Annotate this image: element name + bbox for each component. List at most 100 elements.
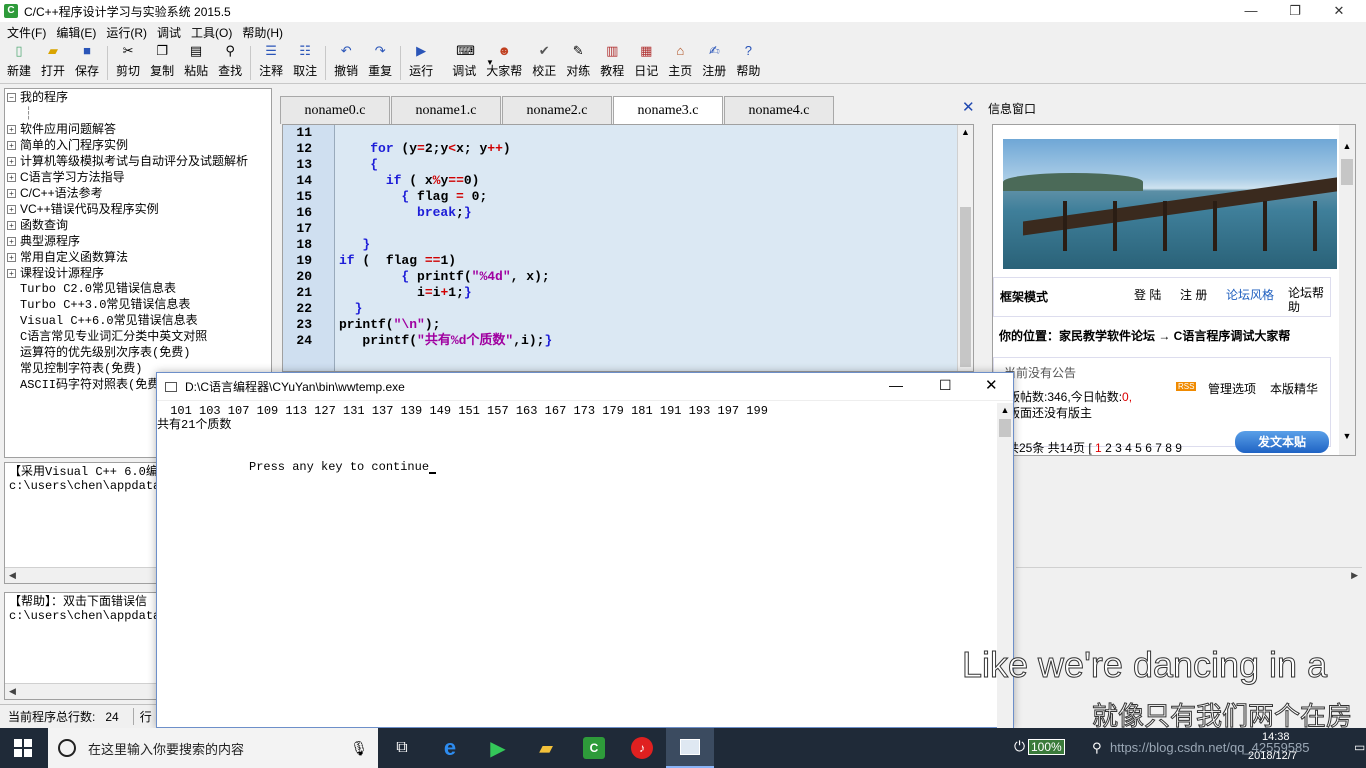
- page-link[interactable]: 9: [1175, 441, 1182, 455]
- cut-button[interactable]: ✂ 剪切: [111, 42, 145, 82]
- scroll-left-icon[interactable]: ◀: [9, 570, 16, 581]
- menu-tools[interactable]: 工具(O): [186, 24, 237, 41]
- tree-item[interactable]: + 函数查询: [5, 217, 271, 233]
- menu-run[interactable]: 运行(R): [101, 24, 152, 41]
- menu-help[interactable]: 帮助(H): [237, 24, 288, 41]
- menu-file[interactable]: 文件(F): [2, 24, 51, 41]
- paste-button[interactable]: ▤ 粘贴: [179, 42, 213, 82]
- new-button[interactable]: ▯ 新建: [2, 42, 36, 82]
- browser-vscrollbar[interactable]: ▲ ▼: [1339, 125, 1355, 455]
- scroll-thumb[interactable]: [960, 207, 971, 367]
- forum-style-link[interactable]: 论坛风格: [1226, 286, 1274, 303]
- expand-icon[interactable]: +: [7, 236, 16, 246]
- page-link[interactable]: 4: [1125, 441, 1132, 455]
- find-button[interactable]: ⚲ 查找: [213, 42, 247, 82]
- tree-leaf[interactable]: Turbo C++3.0常见错误信息表: [5, 297, 271, 313]
- tree-item[interactable]: + C语言学习方法指导: [5, 169, 271, 185]
- scroll-up-icon[interactable]: ▲: [997, 405, 1013, 415]
- expand-icon[interactable]: +: [7, 204, 16, 214]
- redo-button[interactable]: ↷ 重复: [363, 42, 397, 82]
- tree-item[interactable]: + 课程设计源程序: [5, 265, 271, 281]
- editor-vscrollbar[interactable]: ▲: [957, 125, 973, 371]
- user-icon[interactable]: ⚲: [1092, 740, 1102, 756]
- console-close-button[interactable]: ✕: [985, 376, 998, 394]
- homepage-button[interactable]: ⌂ 主页: [663, 42, 697, 82]
- register-button[interactable]: ✍ 注册: [697, 42, 731, 82]
- code-text[interactable]: for (y=2;y<x; y++) { if ( x%y==0) { flag…: [339, 125, 552, 349]
- collapse-icon[interactable]: −: [7, 92, 16, 102]
- edge-browser-icon[interactable]: e: [426, 728, 474, 768]
- rss-badge[interactable]: RSS: [1176, 382, 1197, 391]
- page-link[interactable]: 3: [1115, 441, 1122, 455]
- active-app-icon[interactable]: [666, 728, 714, 768]
- tree-leaf[interactable]: 运算符的优先级别次序表(免费): [5, 345, 271, 361]
- correct-button[interactable]: ✔ 校正: [527, 42, 561, 82]
- tab-noname2[interactable]: noname2.c: [502, 96, 612, 124]
- tree-leaf[interactable]: Turbo C2.0常见错误信息表: [5, 281, 271, 297]
- plug-icon[interactable]: ⏻: [1014, 738, 1025, 755]
- media-player-icon[interactable]: ▶: [474, 728, 522, 768]
- file-explorer-icon[interactable]: ▰: [522, 728, 570, 768]
- tree-item[interactable]: + 简单的入门程序实例: [5, 137, 271, 153]
- menu-edit[interactable]: 编辑(E): [51, 24, 101, 41]
- netease-music-icon[interactable]: ♪: [618, 728, 666, 768]
- run-dropdown-arrow-icon[interactable]: ▼: [486, 58, 494, 67]
- run-button[interactable]: ▶ 运行: [404, 42, 447, 82]
- scroll-up-icon[interactable]: ▲: [1339, 141, 1355, 151]
- console-window[interactable]: D:\C语言编程器\CYuYan\bin\wwtemp.exe — ☐ ✕ 10…: [156, 372, 1014, 729]
- notification-icon[interactable]: ▭: [1354, 740, 1365, 754]
- tree-item[interactable]: + VC++错误代码及程序实例: [5, 201, 271, 217]
- tree-item[interactable]: + 软件应用问题解答: [5, 121, 271, 137]
- forum-help-link[interactable]: 论坛帮助: [1288, 286, 1328, 314]
- scroll-down-icon[interactable]: ▼: [1339, 431, 1355, 441]
- tab-noname4[interactable]: noname4.c: [724, 96, 834, 124]
- tree-item[interactable]: + C/C++语法参考: [5, 185, 271, 201]
- console-maximize-button[interactable]: ☐: [939, 377, 952, 394]
- tab-noname3[interactable]: noname3.c: [613, 96, 723, 124]
- clock-date[interactable]: 2018/12/7: [1248, 750, 1297, 762]
- post-button[interactable]: 发文本贴: [1235, 431, 1329, 453]
- expand-icon[interactable]: +: [7, 188, 16, 198]
- page-link[interactable]: 2: [1105, 441, 1112, 455]
- page-link[interactable]: 8: [1165, 441, 1172, 455]
- tree-item[interactable]: + 典型源程序: [5, 233, 271, 249]
- page-link[interactable]: 6: [1145, 441, 1152, 455]
- windows-start-icon[interactable]: [14, 739, 32, 757]
- tree-root[interactable]: − 我的程序: [5, 89, 271, 105]
- expand-icon[interactable]: +: [7, 252, 16, 262]
- task-view-icon[interactable]: ⧉: [378, 728, 426, 768]
- taskbar-search[interactable]: 在这里输入你要搜索的内容 🎙: [48, 728, 378, 768]
- expand-icon[interactable]: +: [7, 268, 16, 278]
- scroll-left-icon[interactable]: ◀: [9, 686, 16, 697]
- manage-options-link[interactable]: 管理选项: [1208, 380, 1256, 397]
- essence-link[interactable]: 本版精华: [1270, 380, 1318, 397]
- save-button[interactable]: ■ 保存: [70, 42, 104, 82]
- tab-noname1[interactable]: noname1.c: [391, 96, 501, 124]
- practice-button[interactable]: ✎ 对练: [561, 42, 595, 82]
- close-button[interactable]: ✕: [1316, 0, 1362, 22]
- expand-icon[interactable]: +: [7, 140, 16, 150]
- tab-noname0[interactable]: noname0.c: [280, 96, 390, 124]
- minimize-button[interactable]: —: [1228, 0, 1274, 22]
- close-tab-icon[interactable]: ✕: [962, 98, 976, 116]
- code-editor[interactable]: 11 12 13 14 15 16 17 18 19 20 21 22 23 2…: [282, 124, 974, 372]
- scroll-thumb[interactable]: [1341, 159, 1353, 185]
- tree-leaf[interactable]: C语言常见专业词汇分类中英文对照: [5, 329, 271, 345]
- expand-icon[interactable]: +: [7, 156, 16, 166]
- scroll-thumb[interactable]: [999, 419, 1011, 437]
- battery-indicator[interactable]: 100%: [1028, 739, 1065, 755]
- clock-time[interactable]: 14:38: [1262, 731, 1290, 743]
- login-link[interactable]: 登 陆: [1134, 286, 1161, 303]
- page-link[interactable]: 7: [1155, 441, 1162, 455]
- expand-icon[interactable]: +: [7, 220, 16, 230]
- register-link[interactable]: 注 册: [1180, 286, 1207, 303]
- maximize-button[interactable]: ❐: [1272, 0, 1318, 22]
- debug-button[interactable]: ⌨ 调试: [447, 42, 481, 82]
- menu-debug[interactable]: 调试: [152, 24, 186, 41]
- tree-item[interactable]: + 计算机等级模拟考试与自动评分及试题解析: [5, 153, 271, 169]
- c-programming-app-icon[interactable]: C: [570, 728, 618, 768]
- expand-icon[interactable]: +: [7, 124, 16, 134]
- console-minimize-button[interactable]: —: [889, 377, 903, 393]
- help-button[interactable]: ? 帮助: [731, 42, 765, 82]
- open-button[interactable]: ▰ 打开: [36, 42, 70, 82]
